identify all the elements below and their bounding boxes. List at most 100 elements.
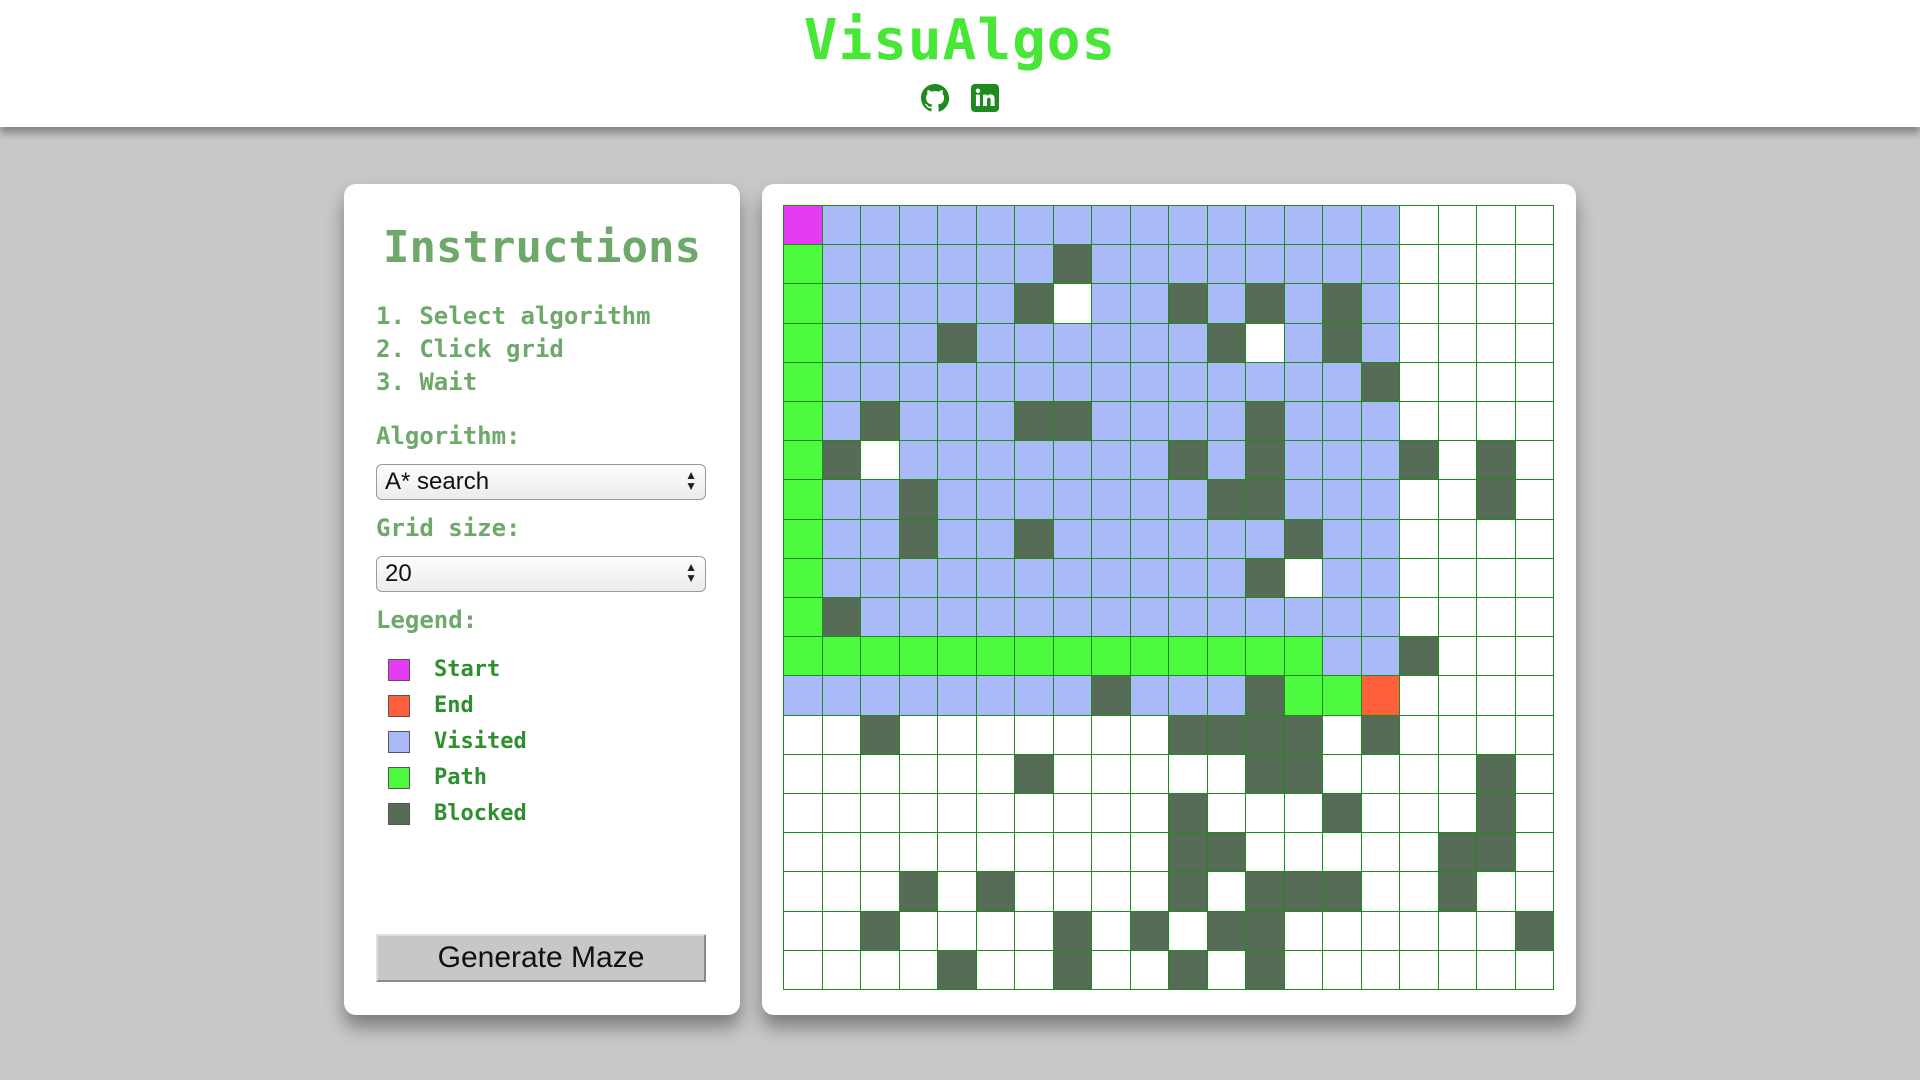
- grid-cell-empty[interactable]: [783, 910, 822, 950]
- grid-cell-empty[interactable]: [1476, 283, 1515, 323]
- grid-cell-visited[interactable]: [821, 675, 860, 715]
- grid-cell-blocked[interactable]: [821, 440, 860, 480]
- grid-cell-visited[interactable]: [860, 597, 899, 637]
- grid-cell-path[interactable]: [783, 636, 822, 676]
- grid-cell-visited[interactable]: [1322, 597, 1361, 637]
- grid-cell-blocked[interactable]: [1168, 440, 1207, 480]
- grid-cell-visited[interactable]: [1014, 322, 1053, 362]
- grid-cell-empty[interactable]: [937, 714, 976, 754]
- grid-cell-path[interactable]: [783, 401, 822, 441]
- grid-cell-visited[interactable]: [1360, 244, 1399, 284]
- grid-cell-path[interactable]: [860, 636, 899, 676]
- grid-cell-empty[interactable]: [821, 753, 860, 793]
- grid-cell-blocked[interactable]: [1245, 557, 1284, 597]
- grid-cell-visited[interactable]: [937, 597, 976, 637]
- grid-cell-blocked[interactable]: [1283, 714, 1322, 754]
- grid-cell-empty[interactable]: [1437, 322, 1476, 362]
- grid-cell-visited[interactable]: [1360, 557, 1399, 597]
- grid-cell-blocked[interactable]: [1014, 401, 1053, 441]
- grid-cell-visited[interactable]: [1206, 244, 1245, 284]
- grid-cell-empty[interactable]: [1283, 949, 1322, 989]
- grid-cell-blocked[interactable]: [1206, 479, 1245, 519]
- grid-cell-empty[interactable]: [1437, 361, 1476, 401]
- grid-cell-empty[interactable]: [1514, 714, 1553, 754]
- grid-cell-visited[interactable]: [1091, 518, 1130, 558]
- grid-cell-empty[interactable]: [1437, 244, 1476, 284]
- grid-cell-empty[interactable]: [898, 714, 937, 754]
- grid-cell-blocked[interactable]: [1476, 479, 1515, 519]
- grid-cell-empty[interactable]: [1129, 793, 1168, 833]
- grid-cell-empty[interactable]: [1399, 322, 1438, 362]
- grid-cell-visited[interactable]: [1129, 557, 1168, 597]
- grid-cell-visited[interactable]: [1206, 205, 1245, 245]
- grid-cell-visited[interactable]: [975, 557, 1014, 597]
- grid-cell-visited[interactable]: [937, 440, 976, 480]
- grid-cell-empty[interactable]: [1283, 910, 1322, 950]
- grid-cell-blocked[interactable]: [1514, 910, 1553, 950]
- grid-cell-visited[interactable]: [1129, 401, 1168, 441]
- grid-cell-blocked[interactable]: [1283, 753, 1322, 793]
- grid-cell-blocked[interactable]: [1437, 871, 1476, 911]
- grid-cell-blocked[interactable]: [1206, 714, 1245, 754]
- grid-cell-empty[interactable]: [1322, 910, 1361, 950]
- grid-cell-visited[interactable]: [1129, 518, 1168, 558]
- grid-cell-visited[interactable]: [1052, 205, 1091, 245]
- grid-cell-blocked[interactable]: [1052, 244, 1091, 284]
- grid-cell-empty[interactable]: [1091, 949, 1130, 989]
- grid-cell-visited[interactable]: [1206, 597, 1245, 637]
- grid-cell-empty[interactable]: [821, 793, 860, 833]
- grid-cell-empty[interactable]: [783, 871, 822, 911]
- grid-cell-visited[interactable]: [1168, 205, 1207, 245]
- grid-cell-empty[interactable]: [1129, 949, 1168, 989]
- grid-cell-empty[interactable]: [1399, 361, 1438, 401]
- grid-cell-empty[interactable]: [1399, 244, 1438, 284]
- grid-cell-empty[interactable]: [1399, 675, 1438, 715]
- grid-cell-empty[interactable]: [1514, 479, 1553, 519]
- grid-cell-visited[interactable]: [1283, 597, 1322, 637]
- grid-cell-visited[interactable]: [898, 557, 937, 597]
- grid-cell-empty[interactable]: [1514, 675, 1553, 715]
- grid-cell-empty[interactable]: [1514, 557, 1553, 597]
- grid-cell-visited[interactable]: [1283, 283, 1322, 323]
- grid-cell-visited[interactable]: [1091, 597, 1130, 637]
- grid-cell-visited[interactable]: [1168, 518, 1207, 558]
- grid-cell-empty[interactable]: [1476, 322, 1515, 362]
- grid-cell-empty[interactable]: [1322, 714, 1361, 754]
- grid-cell-blocked[interactable]: [898, 518, 937, 558]
- grid-cell-visited[interactable]: [1052, 440, 1091, 480]
- grid-cell-visited[interactable]: [1360, 283, 1399, 323]
- grid-cell-visited[interactable]: [1360, 205, 1399, 245]
- grid-cell-empty[interactable]: [1052, 283, 1091, 323]
- grid-cell-blocked[interactable]: [1360, 361, 1399, 401]
- grid-cell-empty[interactable]: [1476, 205, 1515, 245]
- grid-cell-empty[interactable]: [937, 793, 976, 833]
- grid-cell-visited[interactable]: [898, 322, 937, 362]
- grid-cell-blocked[interactable]: [1245, 675, 1284, 715]
- grid-cell-visited[interactable]: [975, 518, 1014, 558]
- grid-cell-blocked[interactable]: [1399, 636, 1438, 676]
- grid-cell-empty[interactable]: [1245, 322, 1284, 362]
- grid-cell-blocked[interactable]: [1091, 675, 1130, 715]
- grid-cell-visited[interactable]: [1168, 597, 1207, 637]
- grid-cell-blocked[interactable]: [1014, 283, 1053, 323]
- grid-cell-empty[interactable]: [1514, 244, 1553, 284]
- grid-cell-empty[interactable]: [1514, 597, 1553, 637]
- grid-cell-empty[interactable]: [1399, 832, 1438, 872]
- grid-cell-blocked[interactable]: [1168, 832, 1207, 872]
- grid-cell-path[interactable]: [783, 322, 822, 362]
- grid-cell-path[interactable]: [783, 518, 822, 558]
- grid-cell-empty[interactable]: [1399, 910, 1438, 950]
- grid-cell-empty[interactable]: [1514, 518, 1553, 558]
- grid-cell-blocked[interactable]: [1168, 871, 1207, 911]
- grid-cell-visited[interactable]: [1168, 322, 1207, 362]
- grid-cell-visited[interactable]: [1206, 440, 1245, 480]
- grid-cell-path[interactable]: [1245, 636, 1284, 676]
- grid-cell-visited[interactable]: [1322, 636, 1361, 676]
- grid-cell-empty[interactable]: [860, 753, 899, 793]
- grid-cell-empty[interactable]: [1476, 518, 1515, 558]
- grid-cell-empty[interactable]: [783, 793, 822, 833]
- grid-cell-empty[interactable]: [1360, 753, 1399, 793]
- grid-cell-visited[interactable]: [1283, 440, 1322, 480]
- grid-cell-visited[interactable]: [1129, 675, 1168, 715]
- grid-cell-blocked[interactable]: [1322, 322, 1361, 362]
